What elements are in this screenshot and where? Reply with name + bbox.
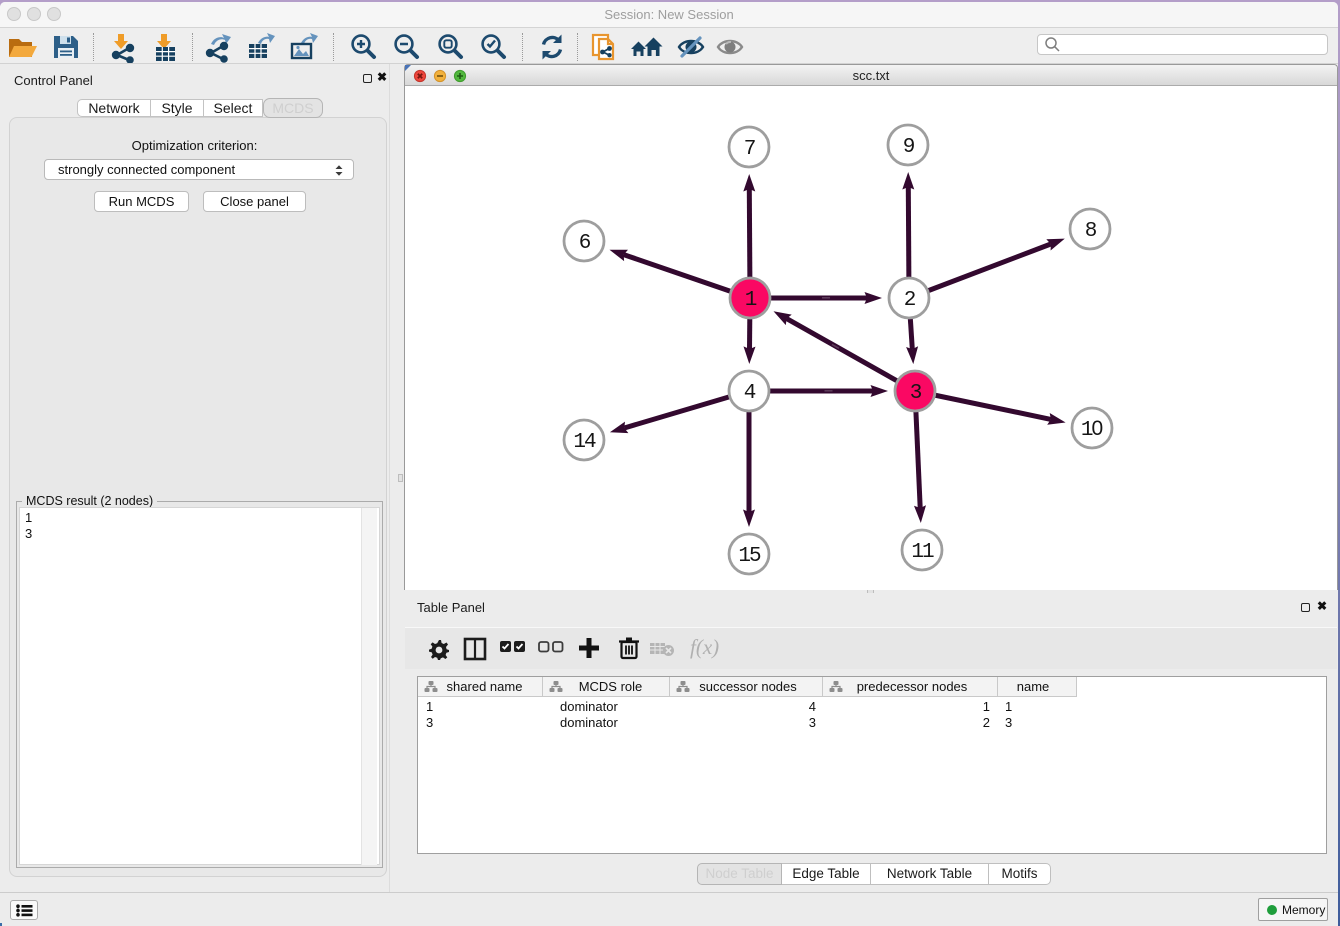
svg-text:7: 7 <box>744 138 755 161</box>
svg-text:10: 10 <box>1081 417 1103 442</box>
svg-text:15: 15 <box>738 545 761 568</box>
svg-text:9: 9 <box>903 136 915 159</box>
svg-text:11: 11 <box>911 541 934 564</box>
svg-text:6: 6 <box>579 232 591 255</box>
svg-text:1: 1 <box>745 289 757 312</box>
svg-text:3: 3 <box>910 382 922 405</box>
svg-text:8: 8 <box>1085 220 1097 243</box>
svg-text:14: 14 <box>573 431 596 454</box>
svg-text:2: 2 <box>904 289 916 312</box>
svg-text:4: 4 <box>744 382 756 405</box>
